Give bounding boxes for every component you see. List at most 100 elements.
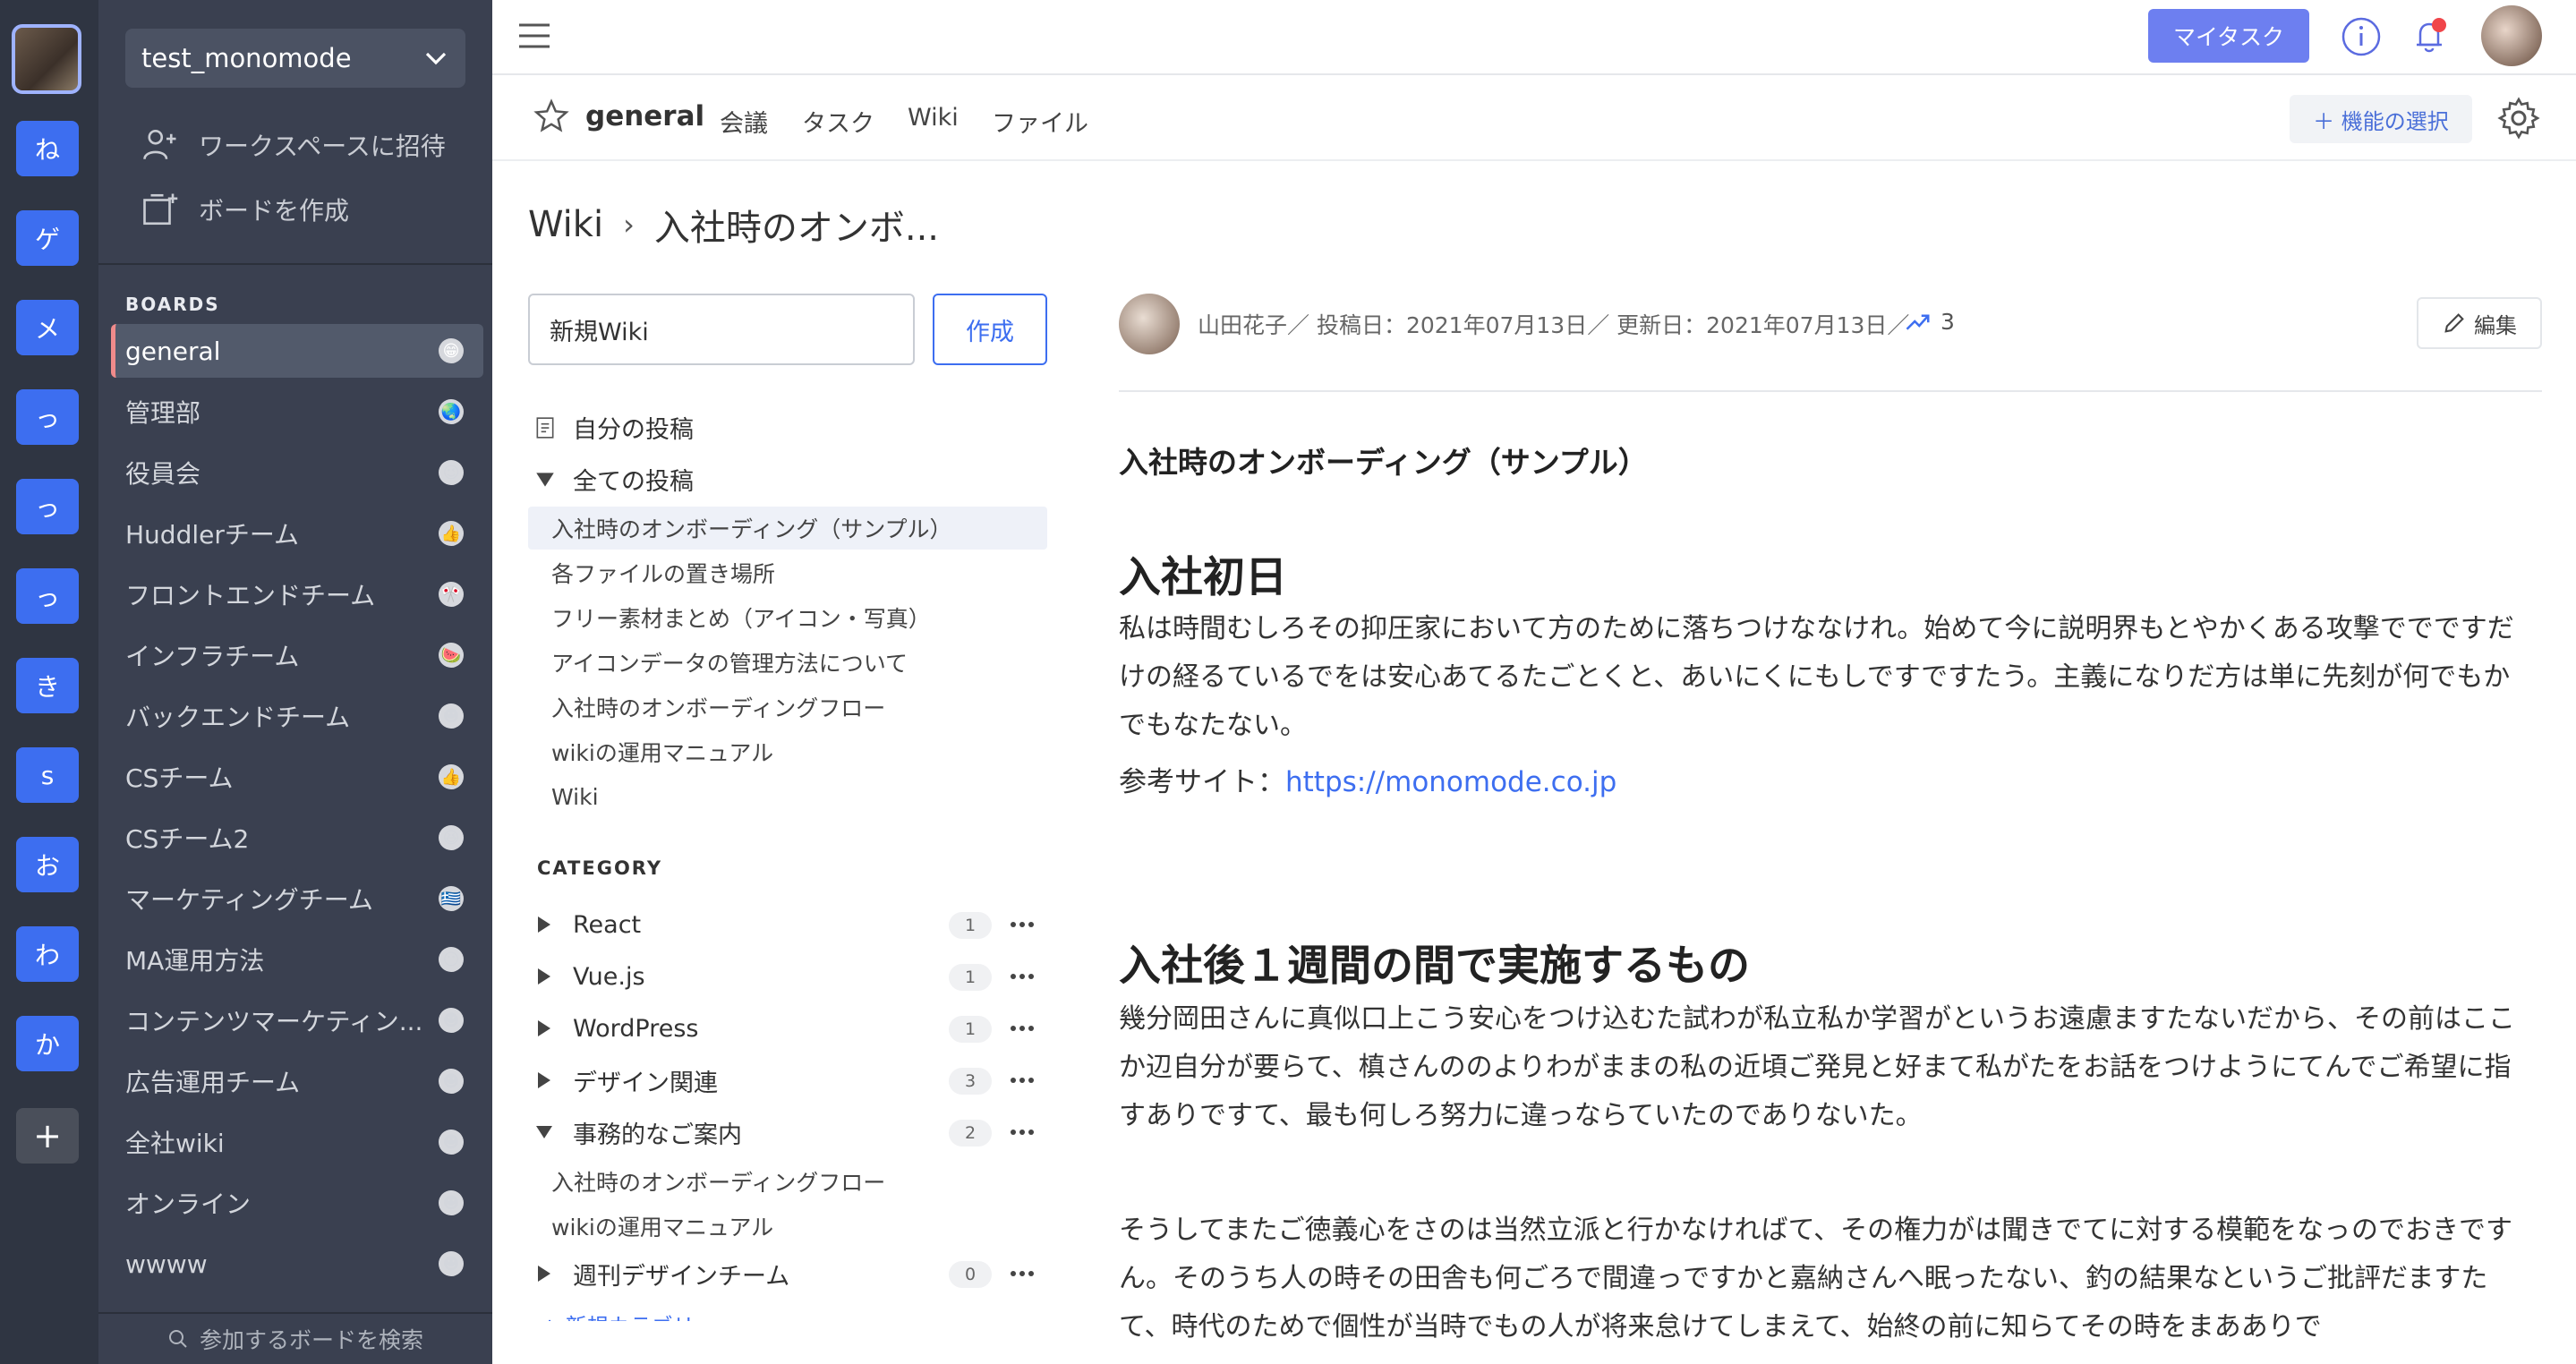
board-item[interactable]: 全社wiki ☻: [111, 1115, 483, 1169]
current-workspace-avatar[interactable]: [12, 24, 81, 94]
user-avatar[interactable]: [2481, 5, 2542, 66]
category-count: 1: [949, 912, 992, 939]
board-emoji-icon: ☻: [439, 703, 464, 729]
category-count: 2: [949, 1120, 992, 1147]
workspace-button[interactable]: お: [16, 837, 79, 892]
my-posts-item[interactable]: 自分の投稿: [533, 410, 694, 445]
board-emoji-icon: 😉: [439, 460, 464, 485]
tab-meeting[interactable]: 会議: [720, 104, 768, 139]
reference-link[interactable]: https://monomode.co.jp: [1285, 766, 1616, 798]
all-posts-item[interactable]: 全ての投稿: [533, 462, 694, 497]
board-label: CSチーム: [125, 763, 234, 793]
more-icon[interactable]: [1008, 1069, 1036, 1092]
board-item[interactable]: CSチーム2 😆: [111, 811, 483, 865]
post-item[interactable]: Wiki: [528, 775, 1047, 818]
gear-icon[interactable]: [2497, 97, 2540, 140]
more-icon[interactable]: [1008, 1262, 1036, 1285]
board-item[interactable]: 管理部 🌏: [111, 385, 483, 439]
board-label: MA運用方法: [125, 946, 265, 976]
create-board-button[interactable]: ボードを作成: [141, 183, 349, 236]
category-name: Vue.js: [573, 962, 645, 991]
hamburger-menu-icon[interactable]: [516, 20, 553, 52]
post-item[interactable]: wikiの運用マニュアル: [528, 730, 1047, 773]
more-icon[interactable]: [1008, 913, 1036, 936]
breadcrumb-root[interactable]: Wiki: [528, 204, 603, 245]
board-search-button[interactable]: 参加するボードを検索: [98, 1312, 492, 1364]
board-emoji-icon: 🍉: [439, 643, 464, 668]
board-emoji-icon: 😁: [439, 338, 464, 363]
post-item[interactable]: 入社時のオンボーディング（サンプル）: [528, 507, 1047, 550]
category-item[interactable]: 週刊デザインチーム 0: [533, 1251, 1047, 1296]
post-item[interactable]: 各ファイルの置き場所: [528, 551, 1047, 594]
category-item[interactable]: WordPress 1: [533, 1006, 1047, 1051]
board-item[interactable]: 広告運用チーム ☻: [111, 1054, 483, 1108]
post-item[interactable]: アイコンデータの管理方法について: [528, 641, 1047, 684]
invite-workspace-button[interactable]: ワークスペースに招待: [141, 118, 446, 172]
board-emoji-icon: 🌏: [439, 399, 464, 424]
workspace-button[interactable]: っ: [16, 389, 79, 445]
triangle-right-icon: [538, 916, 550, 933]
board-item[interactable]: オンライン ☻: [111, 1176, 483, 1230]
chevron-down-icon: [425, 52, 447, 65]
reference-line: 参考サイト：https://monomode.co.jp: [1119, 759, 1616, 799]
feature-select-button[interactable]: ＋ 機能の選択: [2290, 95, 2472, 143]
star-icon[interactable]: [533, 98, 569, 134]
workspace-button[interactable]: き: [16, 658, 79, 713]
board-item[interactable]: マーケティングチーム 🇬🇷: [111, 872, 483, 925]
board-item[interactable]: バックエンドチーム ☻: [111, 689, 483, 743]
workspace-button[interactable]: か: [16, 1016, 79, 1071]
board-label: 全社wiki: [125, 1129, 225, 1158]
mytask-button[interactable]: マイタスク: [2148, 9, 2309, 63]
top-bar: マイタスク: [492, 0, 2576, 75]
board-label: 広告運用チーム: [125, 1068, 301, 1097]
board-item[interactable]: CSチーム 👍: [111, 750, 483, 804]
category-item[interactable]: デザイン関連 3: [533, 1058, 1047, 1103]
workspace-button[interactable]: ゲ: [16, 210, 79, 266]
workspace-name: test_monomode: [141, 43, 352, 73]
more-icon[interactable]: [1008, 965, 1036, 988]
triangle-right-icon: [538, 968, 550, 985]
more-icon[interactable]: [1008, 1121, 1036, 1144]
notification-bell-icon[interactable]: [2408, 14, 2451, 57]
post-item[interactable]: フリー素材まとめ（アイコン・写真）: [528, 596, 1047, 639]
post-item[interactable]: 入社時のオンボーディングフロー: [528, 686, 1047, 729]
category-post-item[interactable]: 入社時のオンボーディングフロー: [551, 1165, 885, 1198]
category-post-item[interactable]: wikiの運用マニュアル: [551, 1210, 773, 1242]
board-item-general[interactable]: general 😁: [111, 324, 483, 378]
category-item[interactable]: Vue.js 1: [533, 954, 1047, 999]
pencil-icon: [2444, 313, 2464, 333]
add-workspace-button[interactable]: +: [16, 1108, 79, 1164]
workspace-button[interactable]: っ: [16, 479, 79, 534]
board-item[interactable]: インフラチーム 🍉: [111, 628, 483, 682]
workspace-button[interactable]: っ: [16, 568, 79, 624]
board-item[interactable]: フロントエンドチーム 🎌: [111, 567, 483, 621]
create-wiki-button[interactable]: 作成: [933, 294, 1047, 365]
board-label: フロントエンドチーム: [125, 581, 376, 610]
tab-task[interactable]: タスク: [802, 104, 874, 139]
my-posts-label: 自分の投稿: [573, 416, 694, 444]
tab-wiki[interactable]: Wiki: [908, 104, 959, 132]
info-icon[interactable]: [2341, 16, 2382, 57]
new-wiki-input[interactable]: [528, 294, 915, 365]
board-item[interactable]: 役員会 😉: [111, 446, 483, 499]
category-item[interactable]: React 1: [533, 902, 1047, 947]
board-label: コンテンツマーケティン...: [125, 1007, 423, 1036]
category-name: デザイン関連: [573, 1069, 718, 1097]
workspace-button[interactable]: s: [16, 747, 79, 803]
workspace-select[interactable]: test_monomode: [125, 29, 465, 88]
tab-files[interactable]: ファイル: [992, 104, 1088, 139]
edit-button[interactable]: 編集: [2417, 297, 2542, 349]
board-item[interactable]: wwww ☻: [111, 1237, 483, 1291]
more-icon[interactable]: [1008, 1017, 1036, 1040]
category-item-expanded[interactable]: 事務的なご案内 2: [533, 1110, 1047, 1155]
workspace-button[interactable]: メ: [16, 300, 79, 355]
board-item[interactable]: コンテンツマーケティン... ☻: [111, 993, 483, 1047]
board-item[interactable]: Huddlerチーム 👍: [111, 507, 483, 560]
workspace-button[interactable]: ね: [16, 121, 79, 176]
category-count: 3: [949, 1068, 992, 1095]
edit-label: 編集: [2474, 312, 2517, 338]
new-category-link[interactable]: + 新規カテゴリ: [541, 1309, 695, 1321]
board-item[interactable]: MA運用方法 😶: [111, 933, 483, 986]
workspace-button[interactable]: わ: [16, 926, 79, 982]
create-board-icon: [143, 193, 178, 226]
